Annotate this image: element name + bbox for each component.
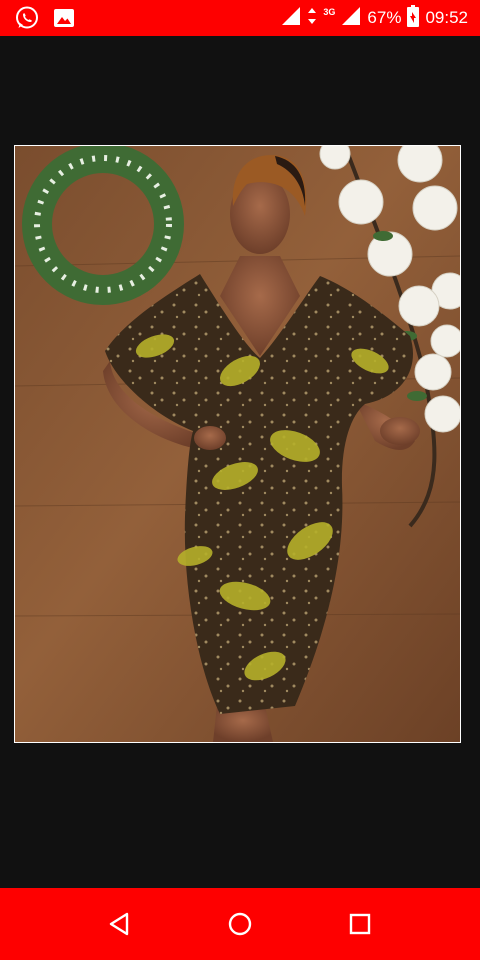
clock: 09:52	[425, 8, 468, 27]
whatsapp-icon	[14, 5, 40, 36]
navigation-bar	[0, 888, 480, 960]
gallery-icon	[52, 6, 76, 35]
dress-photo[interactable]	[15, 146, 460, 742]
status-bar: 3G 67% 09:52	[0, 0, 480, 36]
home-button[interactable]	[216, 900, 264, 948]
back-button[interactable]	[96, 900, 144, 948]
back-icon	[109, 912, 129, 936]
data-arrows-icon	[307, 6, 317, 31]
phone-screen: 3G 67% 09:52	[0, 0, 480, 960]
signal-icon	[281, 6, 301, 31]
battery-percent: 67%	[367, 8, 402, 27]
status-left-icons	[14, 5, 76, 36]
battery-charging-icon	[407, 4, 420, 32]
network-type-label: 3G	[323, 7, 336, 17]
home-icon	[228, 912, 252, 936]
image-frame	[14, 145, 461, 743]
recents-icon	[349, 913, 371, 935]
status-right-icons: 3G 67% 09:52	[281, 0, 468, 36]
recents-button[interactable]	[336, 900, 384, 948]
signal-icon-2	[341, 6, 361, 31]
